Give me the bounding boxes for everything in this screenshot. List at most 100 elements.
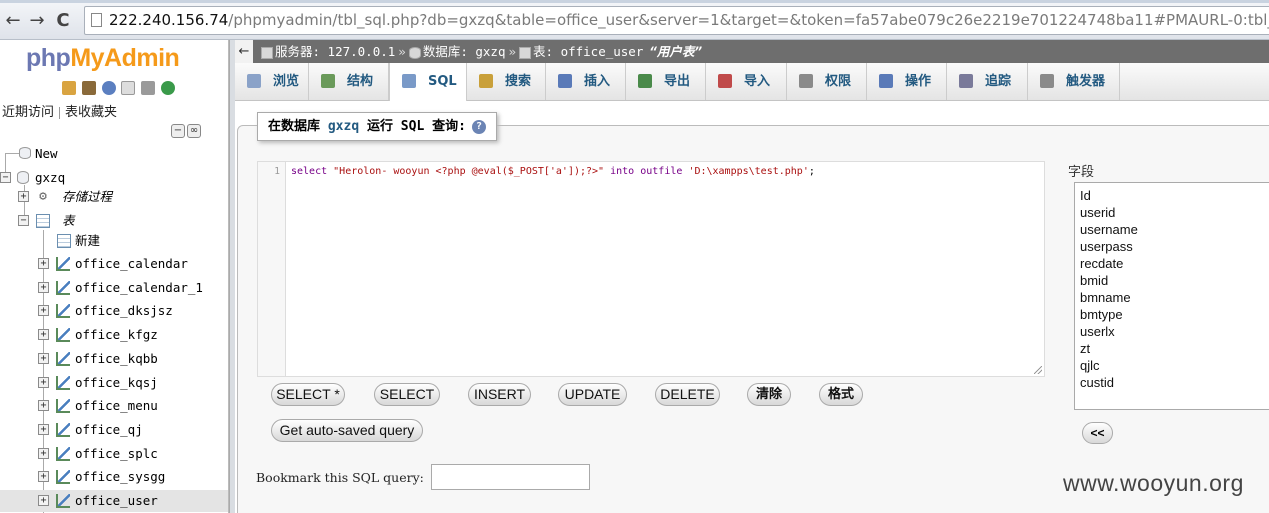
expand-icon[interactable]: + bbox=[38, 376, 49, 388]
expand-icon[interactable]: + bbox=[38, 400, 49, 412]
tab-tracking[interactable]: 追踪 bbox=[947, 63, 1028, 100]
table-icon[interactable] bbox=[56, 399, 70, 414]
back-arrow-icon[interactable]: ← bbox=[235, 40, 253, 63]
field-option[interactable]: bmtype bbox=[1080, 306, 1269, 323]
tab-privileges[interactable]: 权限 bbox=[787, 63, 867, 100]
field-option[interactable]: qjlc bbox=[1080, 357, 1269, 374]
tree-item-table[interactable]: + office_user bbox=[0, 490, 228, 512]
table-icon[interactable] bbox=[56, 304, 70, 319]
home-icon[interactable] bbox=[62, 80, 76, 95]
reload-nav-icon[interactable] bbox=[161, 80, 176, 95]
fields-list[interactable]: Id userid username userpass recdate bmid bmnam… bbox=[1074, 182, 1269, 410]
format-button[interactable]: 格式 bbox=[819, 383, 863, 406]
expand-icon[interactable]: + bbox=[38, 495, 49, 506]
expand-icon[interactable]: + bbox=[38, 329, 49, 341]
tab-operations[interactable]: 操作 bbox=[867, 63, 947, 100]
field-option[interactable]: Id bbox=[1080, 187, 1269, 204]
settings-icon[interactable] bbox=[141, 80, 156, 95]
help-icon[interactable] bbox=[101, 80, 116, 95]
reload-icon[interactable]: C bbox=[52, 10, 74, 32]
expand-icon[interactable]: + bbox=[38, 447, 49, 459]
server-icon bbox=[261, 46, 273, 59]
expand-icon[interactable]: + bbox=[38, 423, 49, 435]
table-icon[interactable] bbox=[56, 446, 70, 461]
tree-item-table[interactable]: + office_kqbb bbox=[0, 348, 228, 370]
tree-item-table[interactable]: + office_sysgg bbox=[0, 466, 228, 488]
get-autosaved-query-button[interactable]: Get auto-saved query bbox=[271, 419, 423, 442]
sql-code-line[interactable]: select "Herolon- wooyun <?php @eval($_PO… bbox=[291, 162, 815, 182]
select-star-button[interactable]: SELECT * bbox=[271, 383, 345, 406]
tab-search[interactable]: 搜索 bbox=[467, 63, 546, 100]
export-icon bbox=[638, 74, 652, 88]
collapse-icon[interactable]: − bbox=[0, 172, 11, 183]
table-icon[interactable] bbox=[56, 494, 70, 508]
resize-handle-icon[interactable] bbox=[1034, 366, 1042, 374]
tree-item-new-table[interactable]: 新建 bbox=[0, 230, 228, 252]
sql-editor[interactable]: 1 select "Herolon- wooyun <?php @eval($_… bbox=[257, 161, 1045, 377]
field-option[interactable]: bmname bbox=[1080, 289, 1269, 306]
tree-item-new-root[interactable]: New bbox=[0, 143, 228, 165]
expand-icon[interactable]: + bbox=[38, 281, 49, 293]
table-icon[interactable] bbox=[56, 257, 70, 271]
recent-link[interactable]: 近期访问 bbox=[2, 105, 54, 120]
tab-sql[interactable]: SQL bbox=[389, 63, 467, 101]
expand-icon[interactable]: + bbox=[38, 471, 49, 483]
select-button[interactable]: SELECT bbox=[374, 383, 440, 406]
tree-item-tables-group[interactable]: − 表 bbox=[0, 210, 228, 232]
delete-button[interactable]: DELETE bbox=[655, 383, 720, 406]
tree-item-procedures[interactable]: + ⚙ 存储过程 bbox=[0, 186, 228, 208]
tree-item-table[interactable]: + office_qj bbox=[0, 419, 228, 441]
expand-icon[interactable]: + bbox=[38, 352, 49, 364]
breadcrumb-table[interactable]: 表: office_user bbox=[533, 44, 643, 59]
docs-icon[interactable] bbox=[121, 80, 136, 95]
table-icon[interactable] bbox=[56, 422, 70, 437]
back-arrow-icon[interactable]: ← bbox=[2, 10, 24, 32]
tab-insert[interactable]: 插入 bbox=[546, 63, 626, 100]
phpmyadmin-logo[interactable]: phpMyAdmin bbox=[26, 44, 180, 73]
tab-structure[interactable]: 结构 bbox=[309, 63, 389, 100]
table-icon[interactable] bbox=[56, 280, 70, 295]
breadcrumb-server[interactable]: 服务器: 127.0.0.1 bbox=[275, 44, 395, 59]
table-icon[interactable] bbox=[56, 470, 70, 485]
tree-item-table[interactable]: + office_kfgz bbox=[0, 324, 228, 346]
forward-arrow-icon[interactable]: → bbox=[26, 10, 48, 32]
breadcrumb-database[interactable]: 数据库: gxzq bbox=[423, 44, 506, 59]
field-option[interactable]: username bbox=[1080, 221, 1269, 238]
tab-triggers[interactable]: 触发器 bbox=[1028, 63, 1120, 100]
logout-icon[interactable] bbox=[81, 80, 96, 95]
expand-icon[interactable]: + bbox=[18, 191, 29, 202]
field-option[interactable]: bmid bbox=[1080, 272, 1269, 289]
field-option[interactable]: recdate bbox=[1080, 255, 1269, 272]
table-icon[interactable] bbox=[56, 328, 70, 343]
tree-item-table[interactable]: + office_calendar_1 bbox=[0, 277, 228, 299]
collapse-icon[interactable]: − bbox=[18, 215, 29, 226]
collapse-all-icon[interactable]: − bbox=[171, 124, 185, 138]
tree-item-table[interactable]: + office_menu bbox=[0, 395, 228, 417]
tab-browse[interactable]: 浏览 bbox=[235, 63, 309, 100]
operations-icon bbox=[879, 74, 893, 88]
tree-item-table[interactable]: + office_calendar bbox=[0, 253, 228, 275]
tree-item-table[interactable]: + office_splc bbox=[0, 443, 228, 465]
insert-field-button[interactable]: << bbox=[1082, 422, 1113, 444]
update-button[interactable]: UPDATE bbox=[558, 383, 627, 406]
help-icon[interactable]: ? bbox=[471, 119, 486, 134]
field-option[interactable]: userlx bbox=[1080, 323, 1269, 340]
field-option[interactable]: userid bbox=[1080, 204, 1269, 221]
table-icon[interactable] bbox=[56, 375, 70, 390]
favorites-link[interactable]: 表收藏夹 bbox=[65, 105, 117, 120]
clear-button[interactable]: 清除 bbox=[747, 383, 791, 406]
expand-icon[interactable]: + bbox=[38, 258, 49, 269]
field-option[interactable]: custid bbox=[1080, 374, 1269, 391]
insert-button[interactable]: INSERT bbox=[468, 383, 531, 406]
field-option[interactable]: zt bbox=[1080, 340, 1269, 357]
expand-icon[interactable]: + bbox=[38, 305, 49, 317]
tab-export[interactable]: 导出 bbox=[626, 63, 706, 100]
bookmark-input[interactable] bbox=[431, 464, 590, 490]
table-icon[interactable] bbox=[56, 351, 70, 366]
address-bar[interactable]: 222.240.156.74/phpmyadmin/tbl_sql.php?db… bbox=[84, 6, 1269, 35]
tab-import[interactable]: 导入 bbox=[706, 63, 787, 100]
tree-item-table[interactable]: + office_dksjsz bbox=[0, 300, 228, 322]
field-option[interactable]: userpass bbox=[1080, 238, 1269, 255]
tree-item-table[interactable]: + office_kqsj bbox=[0, 372, 228, 394]
link-with-main-icon[interactable]: ∞ bbox=[187, 124, 201, 138]
